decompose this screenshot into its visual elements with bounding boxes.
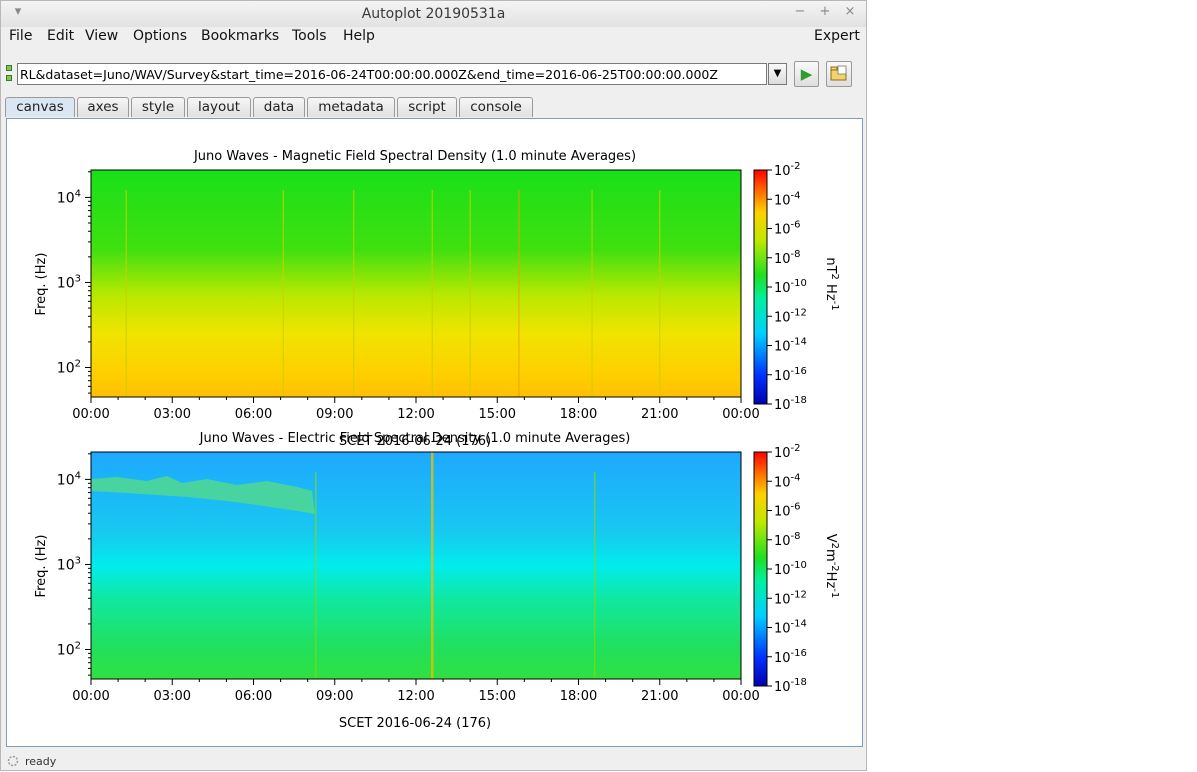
magnetic-chart-title: Juno Waves - Magnetic Field Spectral Den… xyxy=(193,149,636,164)
electric-colorbar-tick-label: 10-2 xyxy=(774,443,801,461)
magnetic-x-tick-label: 00:00 xyxy=(72,407,109,422)
electric-x-tick-label: 00:00 xyxy=(72,689,109,704)
minimize-icon[interactable]: − xyxy=(791,4,809,19)
electric-colorbar-tick-label: 10-8 xyxy=(774,531,801,549)
magnetic-heatmap xyxy=(91,170,741,397)
electric-chart-title: Juno Waves - Electric Field Spectral Den… xyxy=(199,431,631,446)
magnetic-colorbar-tick-label: 10-14 xyxy=(774,337,807,355)
magnetic-colorbar-tick-label: 10-16 xyxy=(774,366,807,384)
plot-go-button[interactable]: ▶ xyxy=(794,61,819,87)
electric-x-tick-label: 03:00 xyxy=(154,689,191,704)
close-icon[interactable]: × xyxy=(841,4,859,19)
tab-metadata[interactable]: metadata xyxy=(307,97,395,117)
magnetic-x-tick-label: 03:00 xyxy=(154,407,191,422)
magnetic-colorbar-tick-label: 10-4 xyxy=(774,190,801,208)
play-icon: ▶ xyxy=(800,65,813,83)
electric-x-tick-label: 18:00 xyxy=(560,689,597,704)
magnetic-colorbar-tick-label: 10-12 xyxy=(774,307,807,325)
busy-spinner-icon xyxy=(7,755,19,767)
electric-x-tick-label: 06:00 xyxy=(235,689,272,704)
electric-y-label: Freq. (Hz) xyxy=(34,535,49,598)
magnetic-colorbar xyxy=(753,169,768,405)
tab-style[interactable]: style xyxy=(131,97,185,117)
magnetic-y-tick-label: 102 xyxy=(57,359,81,377)
electric-spectrogram-panel: Juno Waves - Electric Field Spectral Den… xyxy=(34,431,840,731)
expert-toggle[interactable]: Expert xyxy=(814,28,860,44)
electric-x-tick-label: 09:00 xyxy=(316,689,353,704)
url-input[interactable] xyxy=(17,63,767,85)
electric-colorbar-tick-label: 10-12 xyxy=(774,589,807,607)
electric-x-tick-label: 15:00 xyxy=(479,689,516,704)
url-row: ▼ ▶ xyxy=(1,59,866,91)
window-title: Autoplot 20190531a xyxy=(361,6,506,22)
folder-icon xyxy=(830,65,847,81)
tab-script[interactable]: script xyxy=(397,97,457,117)
magnetic-x-axis: 00:00 03:00 06:00 09:00 12:00 15:00 18:00 21:00… xyxy=(72,397,760,422)
status-bar: ready xyxy=(1,753,866,771)
electric-x-tick-label: 12:00 xyxy=(397,689,434,704)
electric-y-tick-label: 102 xyxy=(57,641,81,659)
electric-colorbar-ticks: 10-2 10-4 10-6 10-8 10-10 10-12 10-14 10-16 10-1… xyxy=(767,443,807,695)
magnetic-x-tick-label: 00:00 xyxy=(722,407,759,422)
magnetic-spectrogram-panel: Juno Waves - Magnetic Field Spectral Den… xyxy=(34,149,840,449)
menu-tools[interactable]: Tools xyxy=(292,28,327,44)
menu-options[interactable]: Options xyxy=(133,28,187,44)
menu-view[interactable]: View xyxy=(85,28,118,44)
electric-colorbar-tick-label: 10-14 xyxy=(774,619,807,637)
electric-colorbar-tick-label: 10-16 xyxy=(774,648,807,666)
electric-colorbar-tick-label: 10-18 xyxy=(774,677,807,695)
title-bar: ▾ Autoplot 20190531a − + × xyxy=(1,1,866,27)
electric-x-axis: 00:00 03:00 06:00 09:00 12:00 15:00 18:00 21:00… xyxy=(72,679,760,704)
menu-file[interactable]: File xyxy=(9,28,32,44)
electric-x-label: SCET 2016-06-24 (176) xyxy=(339,716,491,731)
electric-x-tick-label: 21:00 xyxy=(641,689,678,704)
plots-svg: Juno Waves - Magnetic Field Spectral Den… xyxy=(34,149,840,731)
plot-canvas[interactable]: Juno Waves - Magnetic Field Spectral Den… xyxy=(6,118,863,747)
magnetic-colorbar-tick-label: 10-18 xyxy=(774,395,807,413)
menu-bookmarks[interactable]: Bookmarks xyxy=(201,28,279,44)
magnetic-colorbar-tick-label: 10-8 xyxy=(774,249,801,267)
status-text: ready xyxy=(25,755,57,768)
electric-colorbar-tick-label: 10-6 xyxy=(774,502,801,520)
magnetic-colorbar-ticks: 10-2 10-4 10-6 10-8 10-10 10-12 10-14 10-16 10-1… xyxy=(767,161,807,413)
electric-colorbar-tick-label: 10-4 xyxy=(774,472,801,490)
menu-help[interactable]: Help xyxy=(343,28,375,44)
magnetic-colorbar-tick-label: 10-2 xyxy=(774,161,801,179)
tab-console[interactable]: console xyxy=(459,97,533,117)
magnetic-x-tick-label: 18:00 xyxy=(560,407,597,422)
electric-y-axis: 102 103 104 xyxy=(57,453,91,676)
electric-colorbar-tick-label: 10-10 xyxy=(774,560,807,578)
electric-colorbar xyxy=(753,451,768,687)
magnetic-x-tick-label: 12:00 xyxy=(397,407,434,422)
magnetic-x-tick-label: 06:00 xyxy=(235,407,272,422)
chevron-down-icon: ▼ xyxy=(773,68,782,79)
electric-y-tick-label: 103 xyxy=(57,555,81,573)
magnetic-colorbar-tick-label: 10-6 xyxy=(774,220,801,238)
magnetic-x-tick-label: 21:00 xyxy=(641,407,678,422)
magnetic-y-axis: 102 103 104 xyxy=(57,171,91,394)
maximize-icon[interactable]: + xyxy=(816,4,834,19)
magnetic-x-tick-label: 09:00 xyxy=(316,407,353,422)
menu-edit[interactable]: Edit xyxy=(47,28,74,44)
magnetic-colorbar-label: nT2 Hz-1 xyxy=(823,257,840,310)
url-history-dropdown[interactable]: ▼ xyxy=(768,63,787,85)
tab-axes[interactable]: axes xyxy=(77,97,129,117)
tab-canvas[interactable]: canvas xyxy=(5,97,75,117)
menu-bar: File Edit View Options Bookmarks Tools H… xyxy=(1,27,866,47)
magnetic-y-label: Freq. (Hz) xyxy=(34,253,49,316)
magnetic-y-tick-label: 103 xyxy=(57,273,81,291)
electric-colorbar-label: V2m-2Hz-1 xyxy=(823,534,840,599)
open-file-button[interactable] xyxy=(826,61,852,87)
electric-x-tick-label: 00:00 xyxy=(722,689,759,704)
tab-data[interactable]: data xyxy=(253,97,305,117)
magnetic-y-tick-label: 104 xyxy=(57,188,81,206)
autoplot-window: ▾ Autoplot 20190531a − + × File Edit Vie… xyxy=(0,0,867,771)
electric-y-tick-label: 104 xyxy=(57,470,81,488)
grip-icon[interactable] xyxy=(6,65,12,83)
tab-layout[interactable]: layout xyxy=(187,97,251,117)
magnetic-x-tick-label: 15:00 xyxy=(479,407,516,422)
magnetic-colorbar-tick-label: 10-10 xyxy=(774,278,807,296)
